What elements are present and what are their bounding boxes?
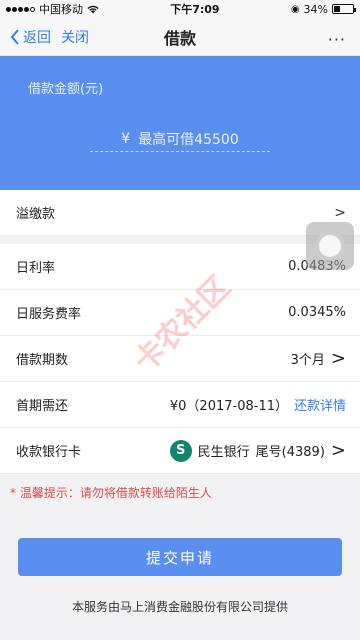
status-bar: 中国移动 下午7:09 ◉ 34%: [0, 0, 360, 18]
carrier-label: 中国移动: [39, 3, 83, 16]
submit-button[interactable]: 提交申请: [18, 538, 342, 576]
provider-footer: 本服务由马上消费金融股份有限公司提供: [71, 600, 288, 614]
daily-service-rate-value: 0.0345%: [288, 305, 346, 320]
first-payment-value-group: ¥0（2017-08-11） 还款详情: [170, 395, 346, 414]
status-time: 下午7:09: [170, 3, 220, 16]
repayment-details-link[interactable]: 还款详情: [294, 395, 346, 414]
first-payment-label: 首期需还: [16, 399, 69, 414]
loan-amount-panel: 借款金额(元) ¥ 最高可借45500: [0, 56, 360, 190]
overpay-label: 溢缴款: [16, 207, 56, 222]
chevron-right-icon: >: [330, 347, 346, 369]
loan-term-label: 借款期数: [16, 353, 69, 368]
currency-symbol: ¥: [121, 130, 131, 147]
first-payment-value: ¥0（2017-08-11）: [169, 399, 288, 414]
assistive-touch-button[interactable]: [306, 222, 354, 270]
status-right: ◉ 34%: [290, 2, 356, 16]
chevron-right-icon: >: [330, 439, 346, 461]
wifi-icon: [87, 5, 99, 13]
bank-card-label: 收款银行卡: [16, 445, 82, 460]
loan-term-row[interactable]: 借款期数 3个月 >: [0, 336, 360, 382]
warning-tip: * 温馨提示：请勿将借款转账给陌生人: [10, 486, 212, 500]
loan-amount-label: 借款金额(元): [28, 82, 104, 97]
loan-amount-input[interactable]: ¥ 最高可借45500: [90, 126, 270, 152]
card-tail: 尾号(4389): [255, 445, 325, 460]
back-button[interactable]: 返回: [0, 27, 51, 47]
bank-card-value-group: S 民生银行 尾号(4389) >: [169, 439, 346, 462]
loan-term-value: 3个月: [290, 353, 325, 368]
more-menu-button[interactable]: ···: [328, 30, 346, 49]
bank-name: 民生银行: [197, 445, 250, 460]
assistive-touch-icon: [315, 231, 345, 261]
minsheng-bank-logo-icon: S: [169, 439, 192, 462]
back-label: 返回: [23, 29, 51, 46]
chevron-left-icon: [10, 28, 19, 45]
battery-icon: [332, 4, 356, 14]
first-payment-row: 首期需还 ¥0（2017-08-11） 还款详情: [0, 382, 360, 428]
bank-card-row[interactable]: 收款银行卡 S 民生银行 尾号(4389) >: [0, 428, 360, 474]
nav-bar: 返回 关闭 借款 ···: [0, 18, 360, 56]
close-button[interactable]: 关闭: [61, 27, 89, 47]
page-title: 借款: [163, 28, 196, 48]
daily-service-rate-row: 日服务费率 0.0345%: [0, 290, 360, 336]
daily-service-rate-label: 日服务费率: [16, 307, 82, 322]
battery-percent: 34%: [303, 2, 328, 16]
chevron-right-icon: >: [334, 204, 346, 221]
signal-icon: [6, 6, 35, 12]
status-left: 中国移动: [6, 1, 99, 17]
daily-rate-label: 日利率: [16, 261, 56, 276]
lock-rotation-icon: ◉: [290, 3, 300, 15]
loan-amount-placeholder: 最高可借45500: [138, 131, 239, 148]
loan-term-value-group: 3个月 >: [291, 349, 346, 368]
